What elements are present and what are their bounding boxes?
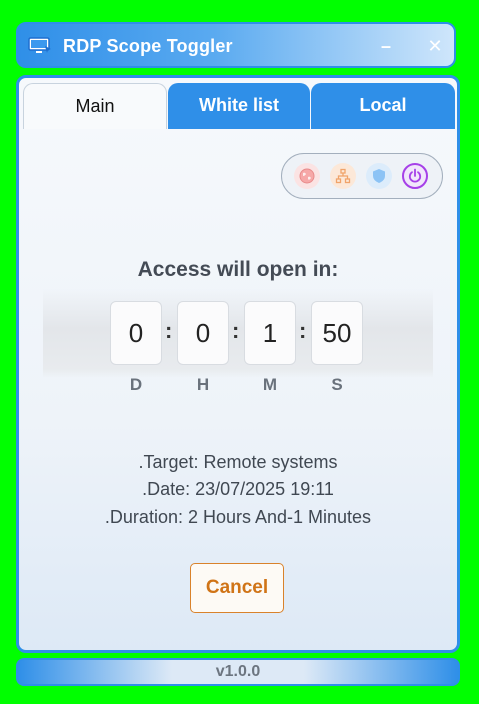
duration-info: .Duration: 2 Hours And-1 Minutes: [104, 507, 372, 527]
minutes-label: M: [262, 375, 278, 394]
hours-value: 0: [177, 301, 229, 365]
separator: :: [299, 318, 307, 343]
days-value: 0: [110, 301, 162, 365]
title-bar[interactable]: RDP Scope Toggler – ✕: [16, 22, 456, 68]
app-title: RDP Scope Toggler: [63, 36, 233, 56]
days-label: D: [129, 375, 143, 394]
app-monitor-icon: [28, 37, 51, 53]
hours-label: H: [196, 375, 210, 394]
access-title: Access will open in:: [137, 258, 339, 281]
minutes-value: 1: [244, 301, 296, 365]
minimize-button[interactable]: –: [373, 33, 399, 59]
power-icon[interactable]: [402, 163, 428, 189]
seconds-label: S: [331, 375, 343, 394]
cancel-button[interactable]: Cancel: [190, 563, 284, 613]
tab-local[interactable]: Local: [311, 83, 455, 129]
tab-white-list[interactable]: White list: [168, 83, 310, 129]
network-icon[interactable]: [330, 163, 356, 189]
date-info: .Date: 23/07/2025 19:11: [142, 479, 334, 499]
shield-icon[interactable]: [366, 163, 392, 189]
scope-status-toggle: [281, 153, 443, 199]
close-button[interactable]: ✕: [422, 33, 448, 59]
main-panel: Main White list Local Access will open i…: [16, 75, 460, 653]
tab-main[interactable]: Main: [23, 83, 167, 129]
separator: :: [165, 318, 173, 343]
seconds-value: 50: [311, 301, 363, 365]
separator: :: [232, 318, 240, 343]
version-footer: v1.0.0: [16, 658, 460, 686]
globe-icon[interactable]: [294, 163, 320, 189]
tab-bar: Main White list Local: [23, 83, 455, 129]
target-info: .Target: Remote systems: [138, 452, 338, 472]
